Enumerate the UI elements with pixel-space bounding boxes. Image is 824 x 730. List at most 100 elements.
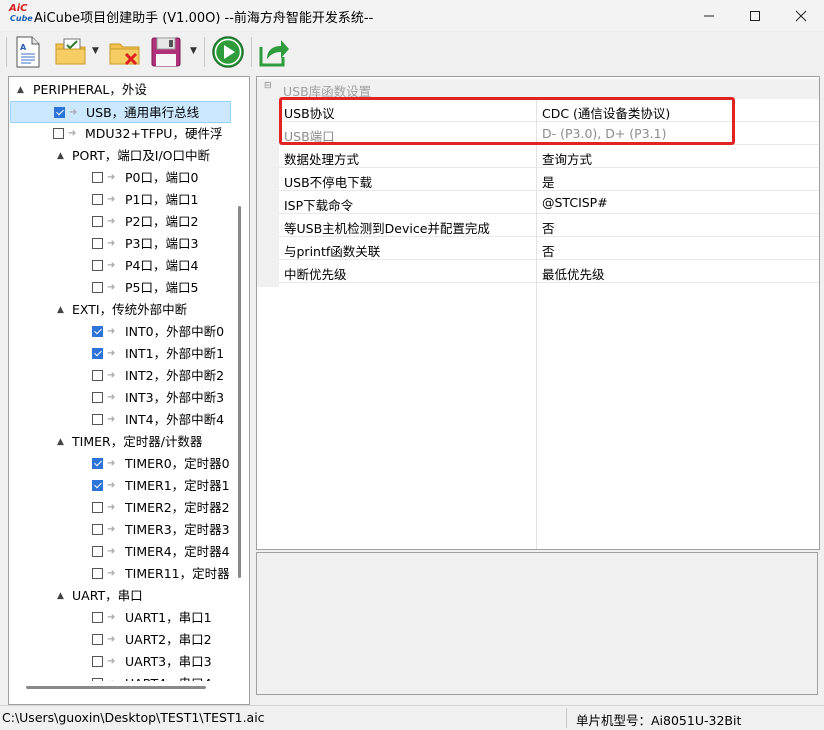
arrow-right-icon: ➜	[107, 414, 116, 425]
tree-label: EXTI，传统外部中断	[72, 302, 188, 317]
property-category[interactable]: ⊟ USB库函数设置	[257, 79, 819, 99]
peripheral-tree[interactable]: ▲ PERIPHERAL，外设 ➜ USB，通用串行总线 ➜ MDU32+TFP…	[8, 76, 250, 705]
tree-node-uart[interactable]: ▲ UART，串口	[9, 585, 247, 607]
collapse-icon[interactable]: ▲	[57, 299, 64, 321]
tree-vertical-scrollbar[interactable]	[238, 206, 241, 578]
tree-node-exti[interactable]: ▲ EXTI，传统外部中断	[9, 299, 247, 321]
tree-node-peripheral[interactable]: ▲ PERIPHERAL，外设	[9, 79, 247, 101]
tree-label: UART1，串口1	[125, 610, 212, 625]
collapse-icon[interactable]: ▲	[17, 79, 24, 101]
tree-item-p3[interactable]: ➜ P3口，端口3	[9, 233, 247, 255]
open-dropdown-arrow[interactable]: ▼	[92, 46, 99, 56]
property-value[interactable]: 查询方式	[542, 149, 592, 168]
collapse-icon[interactable]: ▲	[57, 145, 64, 167]
minimize-button[interactable]	[686, 0, 732, 31]
maximize-button[interactable]	[732, 0, 778, 31]
status-bar: C:\Users\guoxin\Desktop\TEST1\TEST1.aic …	[0, 705, 824, 730]
category-collapse-icon[interactable]: ⊟	[264, 81, 272, 91]
tree-item-uart2[interactable]: ➜ UART2，串口2	[9, 629, 247, 651]
tree-item-usb[interactable]: ➜ USB，通用串行总线	[10, 101, 231, 123]
mcu-model: 单片机型号：Ai8051U-32Bit	[576, 713, 742, 728]
run-button[interactable]	[211, 35, 245, 69]
tree-node-port[interactable]: ▲ PORT，端口及I/O口中断	[9, 145, 247, 167]
app-logo: AiC Cube	[8, 3, 33, 27]
checkbox[interactable]	[54, 107, 65, 118]
tree-item-p2[interactable]: ➜ P2口，端口2	[9, 211, 247, 233]
collapse-icon[interactable]: ▲	[57, 431, 64, 453]
property-row-usb-download[interactable]: USB不停电下载 是	[279, 168, 819, 191]
checkbox[interactable]	[92, 370, 103, 381]
checkbox[interactable]	[92, 194, 103, 205]
save-button[interactable]	[150, 35, 182, 69]
property-value[interactable]: 否	[542, 218, 555, 237]
checkbox[interactable]	[92, 480, 103, 491]
tree-item-p5[interactable]: ➜ P5口，端口5	[9, 277, 247, 299]
tree-item-uart3[interactable]: ➜ UART3，串口3	[9, 651, 247, 673]
tree-item-int0[interactable]: ➜ INT0，外部中断0	[9, 321, 247, 343]
tree-item-int2[interactable]: ➜ INT2，外部中断2	[9, 365, 247, 387]
tree-item-timer11[interactable]: ➜ TIMER11，定时器	[9, 563, 247, 585]
checkbox[interactable]	[92, 502, 103, 513]
property-value[interactable]: 最低优先级	[542, 264, 605, 283]
checkbox[interactable]	[92, 414, 103, 425]
checkbox[interactable]	[53, 128, 64, 139]
close-button[interactable]	[778, 0, 824, 31]
checkbox[interactable]	[92, 348, 103, 359]
tree-item-timer0[interactable]: ➜ TIMER0，定时器0	[9, 453, 247, 475]
property-value[interactable]: 否	[542, 241, 555, 260]
checkbox[interactable]	[92, 260, 103, 271]
property-grid[interactable]: ⊟ USB库函数设置 USB协议 CDC (通信设备类协议) USB端口 D- …	[256, 76, 820, 550]
property-value[interactable]: 是	[542, 172, 555, 191]
close-project-button[interactable]	[108, 35, 142, 69]
tree-item-mdu32[interactable]: ➜ MDU32+TFPU，硬件浮	[9, 123, 247, 145]
maximize-icon	[750, 10, 760, 21]
collapse-icon[interactable]: ▲	[57, 585, 64, 607]
checkbox[interactable]	[92, 546, 103, 557]
checkbox[interactable]	[92, 678, 103, 681]
checkbox[interactable]	[92, 216, 103, 227]
tree-item-int3[interactable]: ➜ INT3，外部中断3	[9, 387, 247, 409]
tree-item-uart4[interactable]: ➜ UART4，串口4	[9, 673, 247, 681]
checkbox[interactable]	[92, 172, 103, 183]
property-value[interactable]: @STCISP#	[542, 195, 608, 210]
arrow-right-icon: ➜	[107, 370, 116, 381]
tree-item-timer2[interactable]: ➜ TIMER2，定时器2	[9, 497, 247, 519]
checkbox[interactable]	[92, 326, 103, 337]
tree-horizontal-scrollbar[interactable]	[26, 686, 206, 689]
tree-item-int4[interactable]: ➜ INT4，外部中断4	[9, 409, 247, 431]
tree-item-p4[interactable]: ➜ P4口，端口4	[9, 255, 247, 277]
checkbox[interactable]	[92, 568, 103, 579]
checkbox[interactable]	[92, 634, 103, 645]
checkbox[interactable]	[92, 238, 103, 249]
save-dropdown-arrow[interactable]: ▼	[190, 46, 197, 56]
tree-node-timer[interactable]: ▲ TIMER，定时器/计数器	[9, 431, 247, 453]
checkbox[interactable]	[92, 282, 103, 293]
property-name: 与printf函数关联	[284, 244, 381, 259]
checkbox[interactable]	[92, 392, 103, 403]
checkbox[interactable]	[92, 524, 103, 535]
checkbox[interactable]	[92, 458, 103, 469]
checkbox[interactable]	[92, 656, 103, 667]
arrow-right-icon: ➜	[107, 480, 116, 491]
property-row-data-mode[interactable]: 数据处理方式 查询方式	[279, 145, 819, 168]
tree-item-int1[interactable]: ➜ INT1，外部中断1	[9, 343, 247, 365]
property-row-wait-config[interactable]: 等USB主机检测到Device并配置完成 否	[279, 214, 819, 237]
tree-label: TIMER3，定时器3	[125, 522, 230, 537]
property-gutter	[257, 99, 279, 287]
tree-item-uart1[interactable]: ➜ UART1，串口1	[9, 607, 247, 629]
arrow-right-icon: ➜	[107, 348, 116, 359]
property-name: 数据处理方式	[284, 152, 360, 167]
new-file-button[interactable]: A	[12, 35, 44, 69]
tree-item-p1[interactable]: ➜ P1口，端口1	[9, 189, 247, 211]
tree-item-timer4[interactable]: ➜ TIMER4，定时器4	[9, 541, 247, 563]
column-divider[interactable]	[536, 99, 537, 549]
tree-item-timer1[interactable]: ➜ TIMER1，定时器1	[9, 475, 247, 497]
tree-item-timer3[interactable]: ➜ TIMER3，定时器3	[9, 519, 247, 541]
checkbox[interactable]	[92, 612, 103, 623]
tree-item-p0[interactable]: ➜ P0口，端口0	[9, 167, 247, 189]
property-row-interrupt-priority[interactable]: 中断优先级 最低优先级	[279, 260, 819, 283]
property-row-printf[interactable]: 与printf函数关联 否	[279, 237, 819, 260]
property-row-isp-command[interactable]: ISP下载命令 @STCISP#	[279, 191, 819, 214]
open-project-button[interactable]	[54, 35, 88, 69]
export-button[interactable]	[258, 35, 290, 69]
